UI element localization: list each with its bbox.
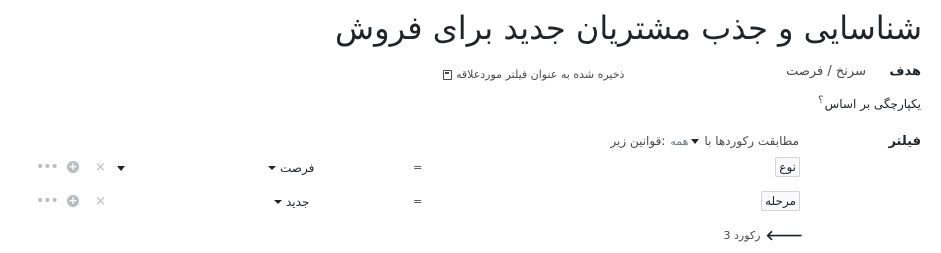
records-count: 3 رکورد <box>723 229 761 242</box>
records-link[interactable]: 3 رکورد 🡐 <box>724 227 804 244</box>
rule-value: جدید <box>286 195 310 209</box>
page-title: شناسایی و جذب مشتریان جدید برای فروش <box>335 9 922 47</box>
rule-field[interactable]: نوع <box>775 157 800 177</box>
rule-value-select[interactable]: جدید <box>274 195 309 209</box>
match-suffix: قوانین زیر: <box>610 134 666 148</box>
filter-rule-row: ••• + × جدید = مرحله <box>30 191 800 217</box>
rule-operator[interactable]: = <box>413 195 422 208</box>
rule-value: فرصت <box>280 161 315 175</box>
rule-operator[interactable]: = <box>413 161 422 174</box>
rule-menu-caret-icon[interactable] <box>117 166 125 171</box>
filter-label: فیلتر <box>888 134 921 149</box>
target-model-value: سرنخ / فرصت <box>786 64 866 79</box>
caret-down-icon <box>268 166 276 170</box>
integrity-label: یکپارچگی بر اساس <box>824 97 921 111</box>
remove-rule-icon[interactable]: × <box>95 160 106 175</box>
caret-down-icon <box>274 200 282 204</box>
add-rule-icon[interactable]: + <box>67 195 79 207</box>
save-icon <box>443 69 452 80</box>
match-all-select[interactable]: همه <box>670 134 700 148</box>
arrow-left-icon: 🡐 <box>765 228 803 244</box>
remove-rule-icon[interactable]: × <box>95 194 106 209</box>
rule-value-select[interactable]: فرصت <box>268 161 314 175</box>
save-favorite-label: ذخیره شده به عنوان فیلتر موردعلاقه <box>456 68 625 81</box>
target-label: هدف <box>889 64 921 79</box>
rule-field[interactable]: مرحله <box>761 191 800 211</box>
more-options-icon[interactable]: ••• <box>36 159 59 175</box>
match-prefix: مطابقت رکوردها با <box>704 134 799 148</box>
save-favorite-link[interactable]: ذخیره شده به عنوان فیلتر موردعلاقه <box>443 68 624 81</box>
help-icon[interactable]: ؟ <box>818 95 823 106</box>
add-rule-icon[interactable]: + <box>67 161 79 173</box>
match-all-value: همه <box>670 134 689 148</box>
match-rule-row: مطابقت رکوردها با همه قوانین زیر: <box>610 134 799 148</box>
filter-rule-row: ••• + × فرصت = نوع <box>30 157 800 183</box>
caret-down-icon <box>691 138 700 144</box>
more-options-icon[interactable]: ••• <box>36 193 59 209</box>
